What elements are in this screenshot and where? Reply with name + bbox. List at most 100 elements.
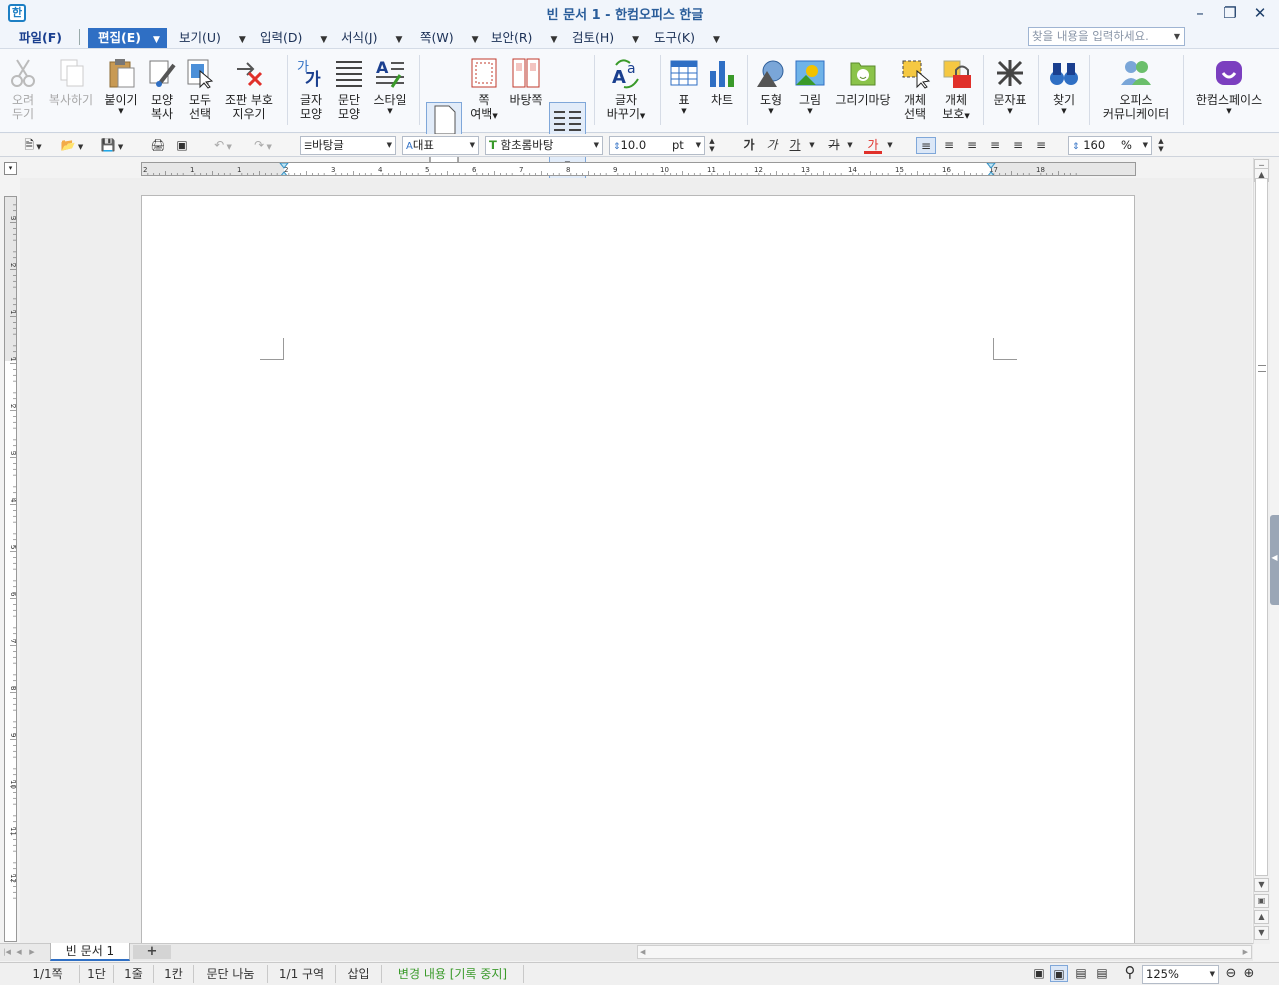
view-web-icon[interactable]: ▤ bbox=[1072, 965, 1090, 982]
bold-button[interactable]: 가 bbox=[740, 137, 758, 154]
font-size-stepper[interactable]: ▲ ▼ bbox=[706, 137, 718, 154]
ruler-corner-button[interactable]: ▾ bbox=[4, 162, 17, 175]
cut-button[interactable]: 오려 두기 bbox=[4, 51, 42, 129]
redo-button[interactable]: ↷ ▼ bbox=[248, 137, 278, 154]
menu-review[interactable]: 검토(H) ▼ bbox=[572, 28, 639, 48]
page-margin-button[interactable]: 쪽 여백▼ bbox=[465, 51, 503, 129]
erase-marks-button[interactable]: 조판 부호 지우기 bbox=[220, 51, 278, 129]
para-shape-button[interactable]: 문단 모양 bbox=[331, 51, 367, 129]
underline-button[interactable]: 가 bbox=[786, 137, 804, 154]
open-button[interactable]: 📂 ▼ bbox=[56, 137, 88, 154]
page-up-button[interactable]: ▲ bbox=[1254, 910, 1269, 924]
view-page-icon[interactable]: ▣ bbox=[1050, 965, 1068, 982]
object-protect-button[interactable]: 개체 보호▼ bbox=[936, 51, 976, 129]
office-communicator-button[interactable]: 오피스 커뮤니케이터 bbox=[1094, 51, 1178, 129]
picture-button[interactable]: 그림 ▼ bbox=[792, 51, 828, 129]
status-page[interactable]: 1/1쪽 bbox=[16, 965, 80, 983]
menu-page[interactable]: 쪽(W) ▼ bbox=[420, 28, 479, 48]
print-preview-button[interactable]: ▣ bbox=[172, 137, 192, 154]
font-select[interactable]: T 함초롬바탕 ▼ bbox=[485, 136, 603, 155]
background-page-button[interactable]: 바탕쪽 bbox=[505, 51, 547, 129]
tab-next-button[interactable]: ▶ bbox=[27, 944, 37, 961]
zoom-in-button[interactable]: ⊕ bbox=[1241, 965, 1257, 982]
prev-page-button[interactable]: ▣ bbox=[1254, 894, 1269, 908]
format-copy-button[interactable]: 모양 복사 bbox=[144, 51, 180, 129]
view-normal-icon[interactable]: ▣ bbox=[1030, 965, 1048, 982]
style-select[interactable]: ☰바탕글 ▼ bbox=[300, 136, 396, 155]
align-distribute-button[interactable]: ≡ bbox=[1009, 137, 1027, 154]
language-select[interactable]: A대표 ▼ bbox=[402, 136, 479, 155]
close-button[interactable]: ✕ bbox=[1248, 3, 1272, 23]
align-right-button[interactable]: ≡ bbox=[986, 137, 1004, 154]
status-insert-mode[interactable]: 삽입 bbox=[336, 965, 382, 983]
new-doc-button[interactable]: 🗎 ▼ bbox=[18, 137, 48, 154]
strike-options-button[interactable]: ▼ bbox=[844, 137, 856, 154]
align-distribute-icon: ≡ bbox=[1012, 138, 1024, 152]
search-input[interactable]: 찾을 내용을 입력하세요. ▼ bbox=[1028, 27, 1185, 46]
language-icon: A bbox=[406, 141, 413, 152]
menu-tools[interactable]: 도구(K) ▼ bbox=[654, 28, 720, 48]
font-color-options-button[interactable]: ▼ bbox=[884, 137, 896, 154]
minimize-button[interactable]: – bbox=[1188, 3, 1212, 23]
save-button[interactable]: 💾 ▼ bbox=[96, 137, 128, 154]
horizontal-scrollbar[interactable]: ◀ ▶ bbox=[637, 945, 1252, 959]
page-down-button[interactable]: ▼ bbox=[1254, 926, 1269, 940]
horizontal-ruler[interactable]: 2 1 1 2 3 4 5 6 7 8 9 10 11 12 13 14 15 16 17 18 bbox=[141, 162, 1136, 176]
font-size-select[interactable]: ⇕10.0 pt ▼ bbox=[609, 136, 705, 155]
table-button[interactable]: 표 ▼ bbox=[666, 51, 702, 129]
align-center-button[interactable]: ≡ bbox=[963, 137, 981, 154]
add-tab-button[interactable]: + bbox=[133, 945, 171, 959]
italic-button[interactable]: 가 bbox=[763, 137, 781, 154]
style-button[interactable]: A 스타일 ▼ bbox=[369, 51, 411, 129]
print-button[interactable]: 🖨 bbox=[148, 137, 168, 154]
zoom-out-button[interactable]: ⊖ bbox=[1223, 965, 1239, 982]
menu-insert[interactable]: 입력(D) ▼ bbox=[260, 28, 327, 48]
draw-gallery-button[interactable]: 그리기마당 bbox=[831, 51, 895, 129]
align-justify-button[interactable]: ≡ bbox=[916, 137, 936, 154]
save-icon: 💾 bbox=[100, 138, 116, 152]
select-all-button[interactable]: 모두 선택 bbox=[182, 51, 218, 129]
ruler-label: 11 bbox=[9, 827, 17, 836]
line-spacing-select[interactable]: ⇕ 160% ▼ bbox=[1068, 136, 1152, 155]
find-button[interactable]: 찾기 ▼ bbox=[1044, 51, 1084, 129]
shape-button[interactable]: 도형 ▼ bbox=[752, 51, 790, 129]
undo-button[interactable]: ↶ ▼ bbox=[208, 137, 238, 154]
object-select-button[interactable]: 개체 선택 bbox=[897, 51, 933, 129]
copy-button[interactable]: 복사하기 bbox=[44, 51, 98, 129]
menu-security[interactable]: 보안(R) ▼ bbox=[491, 28, 557, 48]
view-outline-icon[interactable]: ▤ bbox=[1093, 965, 1111, 982]
menu-format[interactable]: 서식(J) ▼ bbox=[341, 28, 402, 48]
paste-button[interactable]: 붙이기 ▼ bbox=[100, 51, 142, 129]
status-track-changes[interactable]: 변경 내용 [기록 중지] bbox=[382, 965, 524, 983]
zoom-select[interactable]: 125% ▼ bbox=[1142, 965, 1219, 984]
side-panel-toggle[interactable]: ◀ bbox=[1270, 515, 1279, 605]
scrollbar-thumb[interactable] bbox=[1255, 178, 1268, 876]
document-page[interactable] bbox=[141, 195, 1135, 955]
ruler-label: 14 bbox=[848, 166, 857, 174]
hancom-space-button[interactable]: 한컴스페이스 ▼ bbox=[1188, 51, 1270, 129]
vertical-ruler[interactable]: 321123456789101112 bbox=[4, 196, 17, 942]
background-page-icon bbox=[510, 57, 542, 89]
char-shape-button[interactable]: 가가 글자 모양 bbox=[293, 51, 329, 129]
align-left-button[interactable]: ≡ bbox=[940, 137, 958, 154]
line-spacing-stepper[interactable]: ▲ ▼ bbox=[1155, 137, 1167, 154]
menu-file[interactable]: 파일(F) bbox=[19, 28, 62, 48]
tab-document[interactable]: 빈 문서 1 bbox=[50, 943, 130, 961]
char-change-button[interactable]: Aa 글자 바꾸기▼ bbox=[600, 51, 652, 129]
tab-first-button[interactable]: |◀ bbox=[2, 944, 12, 961]
align-center-icon: ≡ bbox=[966, 138, 978, 152]
scroll-down-button[interactable]: ▼ bbox=[1254, 878, 1269, 892]
align-split-button[interactable]: ≡ bbox=[1032, 137, 1050, 154]
zoom-icon[interactable]: ⚲ bbox=[1120, 964, 1140, 981]
menu-edit[interactable]: 편집(E) ▼ bbox=[88, 28, 167, 48]
font-color-button[interactable]: 가 bbox=[864, 137, 882, 154]
chart-button[interactable]: 차트 bbox=[704, 51, 740, 129]
char-map-button[interactable]: 문자표 ▼ bbox=[988, 51, 1032, 129]
strike-button[interactable]: 가 bbox=[825, 137, 843, 154]
menu-view[interactable]: 보기(U) ▼ bbox=[179, 28, 246, 48]
restore-button[interactable]: ❐ bbox=[1218, 3, 1242, 23]
underline-options-button[interactable]: ▼ bbox=[806, 137, 818, 154]
page-setup-button[interactable] bbox=[426, 102, 462, 138]
tab-prev-button[interactable]: ◀ bbox=[14, 944, 24, 961]
shape-icon bbox=[755, 57, 787, 89]
